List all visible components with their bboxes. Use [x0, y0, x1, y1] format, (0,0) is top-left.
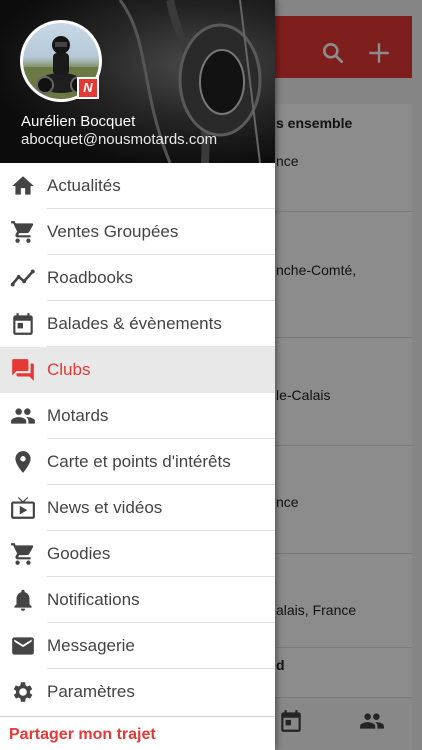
drawer-menu: Actualités Ventes Groupées Roadbooks Bal… — [0, 163, 275, 715]
menu-item-label: Notifications — [47, 590, 140, 609]
brand-badge: N — [77, 77, 99, 99]
menu-item-news-videos[interactable]: News et vidéos — [0, 485, 275, 531]
menu-item-label: Motards — [47, 406, 109, 425]
home-icon — [12, 176, 34, 195]
menu-item-label: Carte et points d'intérêts — [47, 452, 231, 471]
menu-item-clubs[interactable]: Clubs — [0, 347, 275, 393]
menu-item-balades-evenements[interactable]: Balades & évènements — [0, 301, 275, 347]
menu-item-ventes-groupees[interactable]: Ventes Groupées — [0, 209, 275, 255]
user-email: abocquet@nousmotards.com — [21, 131, 218, 148]
divider — [0, 716, 275, 717]
menu-item-label: Roadbooks — [47, 268, 134, 287]
tv-icon — [11, 497, 35, 519]
menu-item-carte[interactable]: Carte et points d'intérêts — [0, 439, 275, 485]
cart-icon — [11, 543, 34, 565]
navigation-drawer: N Aurélien Bocquet abocquet@nousmotards.… — [0, 0, 275, 750]
menu-item-messagerie[interactable]: Messagerie — [0, 623, 275, 669]
people-icon — [11, 408, 35, 424]
settings-icon — [13, 682, 33, 702]
menu-item-parametres[interactable]: Paramètres — [0, 669, 275, 715]
drawer-header: N Aurélien Bocquet abocquet@nousmotards.… — [0, 0, 275, 163]
chat-bubbles-icon — [12, 359, 34, 381]
menu-item-label: Paramètres — [47, 682, 135, 701]
cart-icon — [11, 221, 34, 243]
menu-item-label: News et vidéos — [47, 498, 163, 517]
menu-item-label: Goodies — [47, 544, 111, 563]
calendar-icon — [13, 313, 33, 335]
menu-item-roadbooks[interactable]: Roadbooks — [0, 255, 275, 301]
menu-item-notifications[interactable]: Notifications — [0, 577, 275, 623]
share-trip-button[interactable]: Partager mon trajet — [9, 726, 156, 744]
bell-icon — [14, 589, 32, 611]
menu-item-goodies[interactable]: Goodies — [0, 531, 275, 577]
menu-item-label: Balades & évènements — [47, 314, 222, 333]
menu-item-label: Ventes Groupées — [47, 222, 179, 241]
menu-item-actualites[interactable]: Actualités — [0, 163, 275, 209]
user-name: Aurélien Bocquet — [21, 113, 136, 130]
menu-item-label: Clubs — [47, 360, 91, 379]
mail-icon — [12, 637, 34, 655]
menu-item-label: Actualités — [47, 176, 121, 195]
location-pin-icon — [15, 451, 31, 473]
menu-item-label: Messagerie — [47, 636, 135, 655]
menu-item-motards[interactable]: Motards — [0, 393, 275, 439]
trend-line-icon — [10, 269, 35, 287]
